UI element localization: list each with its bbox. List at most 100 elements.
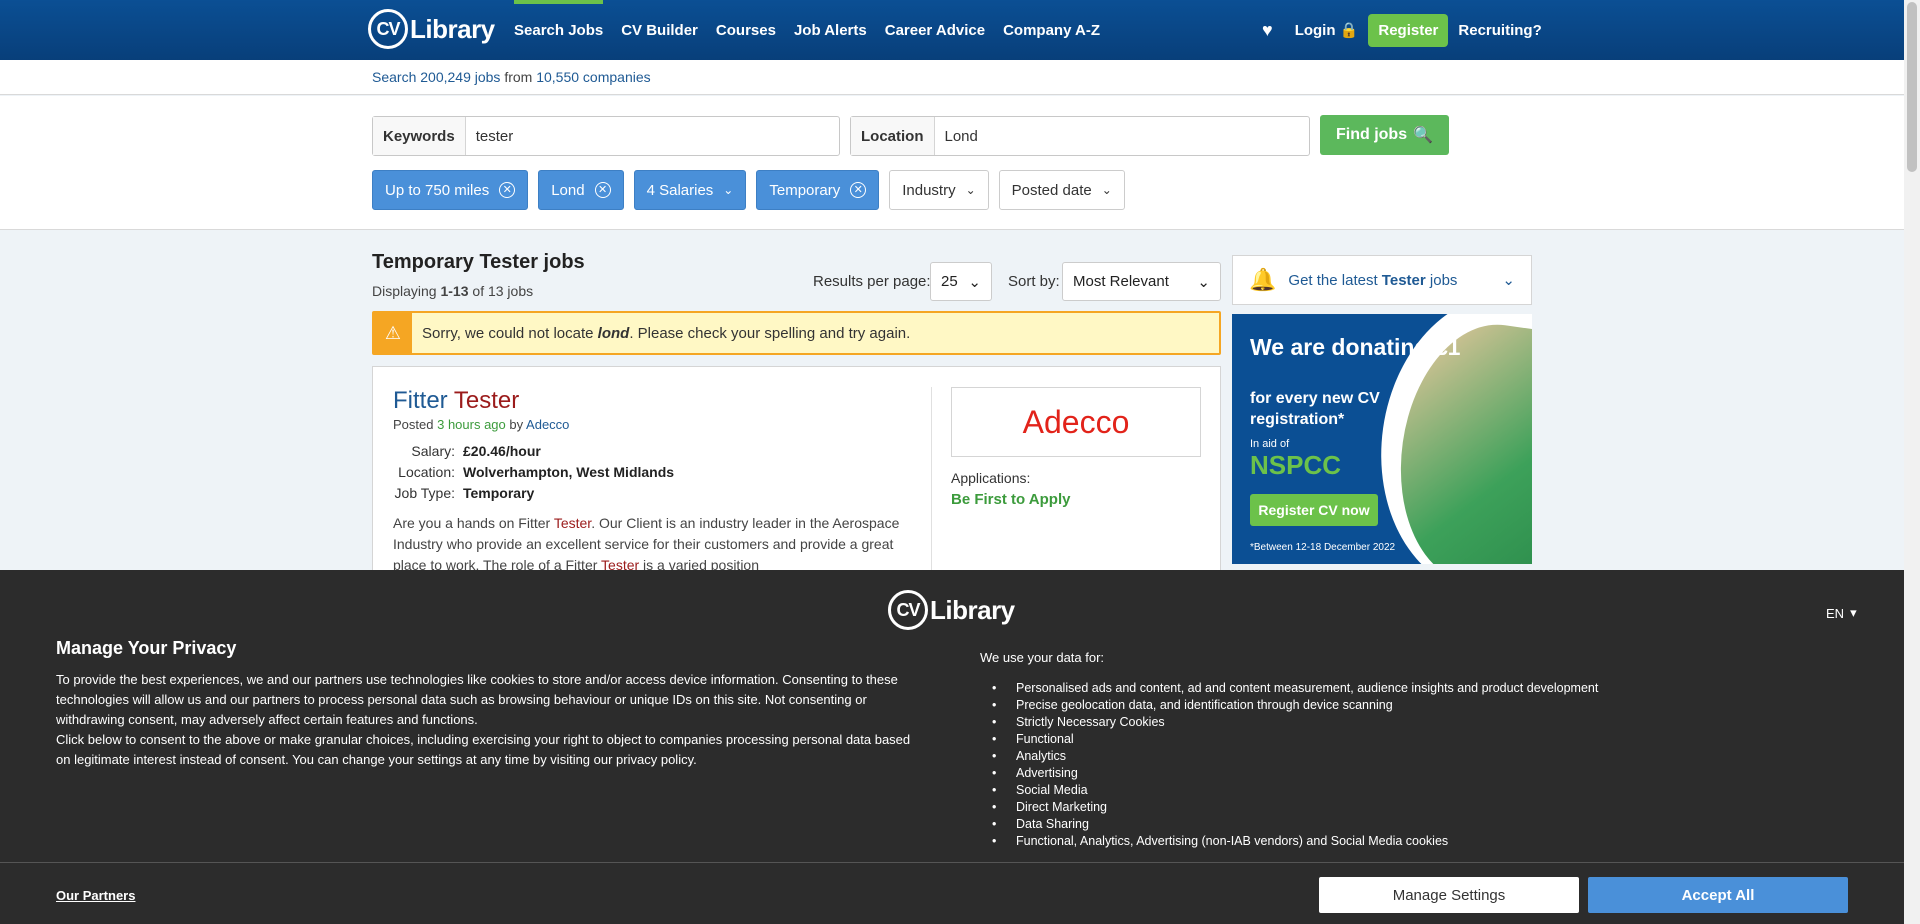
- posted-by: by: [509, 417, 524, 432]
- keywords-field[interactable]: Keywords tester: [372, 116, 840, 156]
- close-icon[interactable]: ✕: [594, 182, 611, 198]
- keywords-input[interactable]: tester: [466, 117, 524, 155]
- sort-by-select[interactable]: Most Relevant ⌄: [1062, 262, 1221, 301]
- results-count-range: 1-13: [440, 283, 469, 299]
- chevron-down-icon: ⌄: [1197, 273, 1210, 291]
- job-title-highlight: Tester: [453, 387, 520, 414]
- filter-chips: Up to 750 miles ✕ Lond ✕ 4 Salaries ⌄ Te…: [372, 170, 1125, 210]
- nspcc-logo-text: NSPCC: [1250, 450, 1342, 480]
- logo-cv-mark: CV: [888, 590, 928, 630]
- filter-location[interactable]: Lond ✕: [538, 170, 624, 210]
- data-uses-list: Personalised ads and content, ad and con…: [992, 681, 1598, 851]
- nav-cv-builder[interactable]: CV Builder: [612, 0, 707, 60]
- language-select[interactable]: EN ▾: [1826, 605, 1857, 621]
- list-item: Advertising: [992, 766, 1598, 783]
- posted-time: 3 hours ago: [437, 417, 506, 432]
- keywords-label: Keywords: [373, 117, 466, 155]
- count-from-word: from: [504, 69, 533, 85]
- alert-prefix: Sorry, we could not locate: [422, 324, 594, 342]
- job-type-label: Job Type:: [394, 484, 455, 501]
- sort-by-value: Most Relevant: [1073, 273, 1169, 290]
- close-icon[interactable]: ✕: [850, 182, 867, 198]
- desc-text: Are you a hands on Fitter: [393, 515, 551, 531]
- caret-down-icon: ▾: [1850, 605, 1857, 620]
- location-field[interactable]: Location Lond: [850, 116, 1310, 156]
- nav-courses[interactable]: Courses: [707, 0, 785, 60]
- privacy-paragraph: To provide the best experiences, we and …: [56, 672, 898, 727]
- search-panel: Keywords tester Location Lond Find jobs …: [0, 96, 1904, 230]
- register-button[interactable]: Register: [1368, 13, 1449, 47]
- filter-industry-label: Industry: [902, 181, 956, 199]
- sort-by-label: Sort by:: [1008, 273, 1060, 290]
- manage-settings-button[interactable]: Manage Settings: [1319, 877, 1579, 913]
- cv-library-logo[interactable]: CV Library: [368, 9, 495, 49]
- results-count-suffix: of 13 jobs: [472, 283, 534, 299]
- posted-prefix: Posted: [393, 417, 434, 432]
- privacy-consent-banner: CV Library EN ▾ Manage Your Privacy To p…: [0, 570, 1904, 924]
- location-label: Location: [851, 117, 935, 155]
- list-item: Direct Marketing: [992, 800, 1598, 817]
- heart-icon[interactable]: ♥: [1262, 20, 1273, 41]
- close-icon[interactable]: ✕: [499, 182, 516, 198]
- filter-distance[interactable]: Up to 750 miles ✕: [372, 170, 529, 210]
- job-alert-signup[interactable]: 🔔 Get the latest Tester jobs ⌄: [1232, 255, 1532, 305]
- nspcc-promo-banner[interactable]: We are donating £1 for every new CV regi…: [1232, 314, 1532, 564]
- accept-all-button[interactable]: Accept All: [1588, 877, 1848, 913]
- promo-subhead: for every new CV registration*: [1250, 390, 1380, 428]
- recruiting-link[interactable]: Recruiting?: [1458, 22, 1541, 39]
- list-item: Precise geolocation data, and identifica…: [992, 698, 1598, 715]
- logo-cv-mark: CV: [368, 9, 408, 49]
- privacy-title: Manage Your Privacy: [56, 638, 237, 658]
- salary-row: Salary: £20.46/hour: [393, 440, 674, 461]
- scrollbar-thumb[interactable]: [1907, 2, 1917, 172]
- filter-posted-date[interactable]: Posted date ⌄: [998, 170, 1125, 210]
- page-scrollbar[interactable]: [1904, 0, 1920, 924]
- results-per-page-select[interactable]: 25 ⌄: [930, 262, 992, 301]
- warning-icon: ⚠: [374, 313, 412, 353]
- results-title: Temporary Tester jobs: [372, 251, 585, 273]
- nav-job-alerts[interactable]: Job Alerts: [785, 0, 876, 60]
- applications-label: Applications:: [951, 470, 1031, 486]
- list-item: Strictly Necessary Cookies: [992, 715, 1598, 732]
- nav-search-jobs[interactable]: Search Jobs: [505, 0, 612, 60]
- alert-suffix: . Please check your spelling and try aga…: [629, 324, 911, 342]
- filter-salaries-label: 4 Salaries: [646, 181, 714, 199]
- chevron-down-icon: ⌄: [723, 183, 734, 197]
- job-alert-text: Get the latest Tester jobs: [1288, 272, 1457, 289]
- job-posted-info: Posted 3 hours ago by Adecco: [393, 417, 569, 432]
- location-value: Wolverhampton, West Midlands: [463, 463, 675, 480]
- filter-salaries[interactable]: 4 Salaries ⌄: [633, 170, 747, 210]
- location-label: Location:: [398, 463, 455, 480]
- list-item: Personalised ads and content, ad and con…: [992, 681, 1598, 698]
- privacy-paragraph: Click below to consent to the above or m…: [56, 732, 911, 767]
- job-meta: Salary: £20.46/hour Location: Wolverhamp…: [393, 440, 675, 503]
- bell-icon: 🔔: [1249, 267, 1277, 292]
- company-link[interactable]: Adecco: [526, 417, 569, 432]
- filter-distance-label: Up to 750 miles: [385, 181, 490, 199]
- filter-industry[interactable]: Industry ⌄: [889, 170, 989, 210]
- company-logo[interactable]: Adecco: [951, 387, 1201, 457]
- register-cv-button[interactable]: Register CV now: [1250, 494, 1378, 526]
- nav-company-a-z[interactable]: Company A-Z: [994, 0, 1109, 60]
- logo-wordmark: Library: [410, 13, 495, 44]
- results-per-page-value: 25: [941, 273, 958, 290]
- language-value: EN: [1826, 605, 1845, 621]
- job-alert-suffix: jobs: [1429, 271, 1458, 289]
- count-companies-link[interactable]: 10,550 companies: [536, 69, 650, 85]
- search-icon: 🔍: [1413, 127, 1434, 144]
- filter-job-type[interactable]: Temporary ✕: [756, 170, 880, 210]
- filter-posted-label: Posted date: [1011, 181, 1092, 199]
- filter-job-type-label: Temporary: [769, 181, 841, 199]
- location-input[interactable]: Lond: [935, 117, 988, 155]
- find-jobs-button[interactable]: Find jobs 🔍: [1320, 115, 1449, 155]
- nav-career-advice[interactable]: Career Advice: [876, 0, 994, 60]
- job-count-bar: Search 200,249 jobs from 10,550 companie…: [0, 60, 1904, 95]
- location-warning-text: Sorry, we could not locate lond. Please …: [412, 325, 910, 342]
- location-row: Location: Wolverhampton, West Midlands: [393, 461, 674, 482]
- top-navbar: CV Library Search Jobs CV Builder Course…: [0, 0, 1904, 60]
- job-title-link[interactable]: Fitter Tester: [393, 387, 519, 415]
- promo-aid-label: In aid of: [1250, 438, 1290, 450]
- count-jobs-link[interactable]: 200,249 jobs: [420, 69, 500, 85]
- our-partners-link[interactable]: Our Partners: [56, 888, 135, 903]
- login-link[interactable]: Login 🔒: [1295, 21, 1359, 39]
